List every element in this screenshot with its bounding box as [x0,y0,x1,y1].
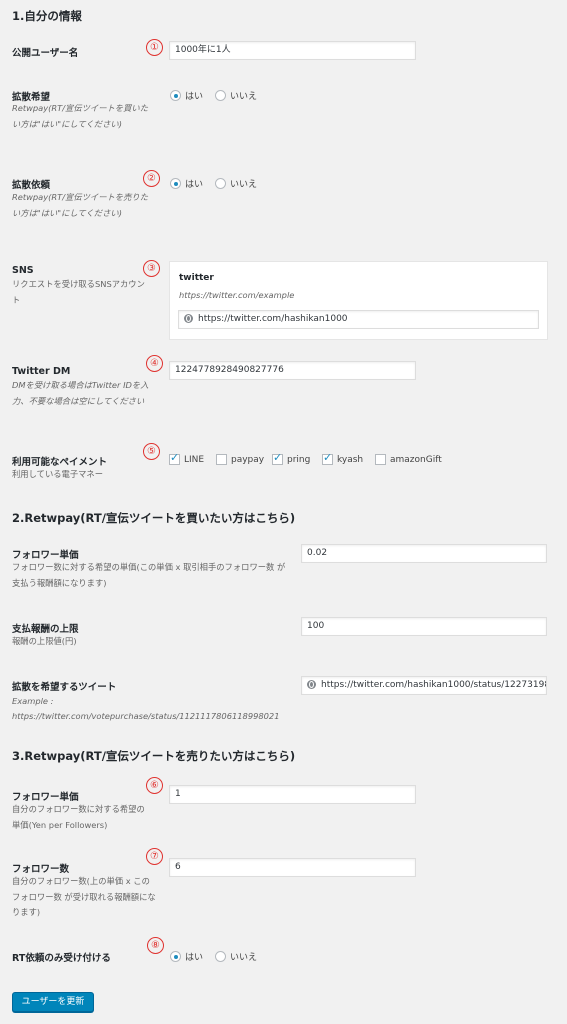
twitter-dm-label: Twitter DM [12,366,71,377]
sns-box-title: twitter [179,273,214,283]
annotation-badge-3: ③ [143,260,160,277]
radio-button[interactable] [170,178,181,189]
annotation-badge-8: ⑧ [147,937,164,954]
sns-label: SNS [12,265,34,276]
public-name-input[interactable]: 1000年に1人 [169,41,416,60]
radio-button[interactable] [215,90,226,101]
checkbox[interactable] [322,451,333,465]
radio-no-label: いいえ [230,92,258,102]
radio-yes-label: はい [185,180,204,190]
sns-description: リクエストを受け取るSNSアカウント [12,279,145,305]
annotation-badge-6: ⑥ [146,777,163,794]
spread-request-yes-option[interactable]: はい [170,177,203,190]
sell-unit-price-input[interactable]: 1 [169,785,416,804]
section-title-my-info: 1.自分の情報 [12,9,82,23]
twitter-dm-description: DMを受け取る場合はTwitter IDを入力、不要な場合は空にしてください [12,380,149,406]
update-user-button[interactable]: ユーザーを更新 [12,992,94,1012]
buy-unit-price-description: フォロワー数に対する希望の単価(この単価 x 取引相手のフォロワー数 が支払う報… [12,562,286,588]
checkbox[interactable] [272,451,283,465]
spread-request-label: 拡散依頼 [12,180,51,191]
sell-followers-input[interactable]: 6 [169,858,416,877]
payment-option-line[interactable]: LINE [169,451,205,465]
annotation-badge-1: ① [146,39,163,56]
globe-icon [184,314,193,323]
radio-yes-label: はい [185,953,204,963]
rt-only-label: RT依頼のみ受け付ける [12,953,111,964]
radio-button[interactable] [215,178,226,189]
twitter-dm-input[interactable]: 1224778928490827776 [169,361,416,380]
sns-box-example: https://twitter.com/example [179,290,295,300]
payment-name: kyash [337,454,364,465]
spread-want-yes-option[interactable]: はい [170,89,203,102]
sell-unit-price-description: 自分のフォロワー数に対する希望の単価(Yen per Followers) [12,804,145,830]
sns-url-input[interactable]: https://twitter.com/hashikan1000 [178,310,539,329]
spread-request-description: Retwpay(RT/宣伝ツイートを売りたい方は"はい"にしてください) [12,192,149,218]
buy-max-reward-label: 支払報酬の上限 [12,624,79,635]
rt-only-yes-option[interactable]: はい [170,950,203,963]
radio-yes-label: はい [185,92,204,102]
payment-name: amazonGift [390,454,442,465]
payment-option-amazongift[interactable]: amazonGift [375,454,442,465]
rt-only-no-option[interactable]: いいえ [215,950,257,963]
radio-button[interactable] [170,90,181,101]
sell-followers-label: フォロワー数 [12,864,70,875]
sns-account-box: twitter https://twitter.com/example http… [169,261,548,340]
radio-no-label: いいえ [230,953,258,963]
checkbox[interactable] [216,454,227,465]
radio-button[interactable] [215,951,226,962]
payments-label: 利用可能なペイメント [12,457,108,468]
radio-no-label: いいえ [230,180,258,190]
globe-icon [307,680,316,689]
annotation-badge-7: ⑦ [146,848,163,865]
public-name-label: 公開ユーザー名 [12,48,79,59]
buy-tweet-url-value: https://twitter.com/hashikan1000/status/… [321,680,547,690]
annotation-badge-4: ④ [146,355,163,372]
buy-tweet-example-url: https://twitter.com/votepurchase/status/… [12,711,280,721]
annotation-badge-2: ② [143,170,160,187]
annotation-badge-5: ⑤ [143,443,160,460]
payment-option-kyash[interactable]: kyash [322,451,364,465]
checkbox[interactable] [375,454,386,465]
buy-max-reward-description: 報酬の上限値(円) [12,636,77,646]
buy-tweet-label: 拡散を希望するツイート [12,682,117,693]
payment-option-paypay[interactable]: paypay [216,454,264,465]
buy-max-reward-input[interactable]: 100 [301,617,547,636]
buy-tweet-example-label: Example : [12,696,54,706]
buy-unit-price-input[interactable]: 0.02 [301,544,547,563]
sell-unit-price-label: フォロワー単価 [12,792,79,803]
spread-want-description: Retwpay(RT/宣伝ツイートを買いたい方は"はい"にしてください) [12,103,149,129]
buy-tweet-url-input[interactable]: https://twitter.com/hashikan1000/status/… [301,676,547,695]
checkbox[interactable] [169,451,180,465]
sns-url-value: https://twitter.com/hashikan1000 [198,314,348,324]
payments-description: 利用している電子マネー [12,469,104,479]
payment-name: LINE [184,454,205,465]
payment-name: paypay [231,454,265,465]
spread-want-no-option[interactable]: いいえ [215,89,257,102]
section-title-sell: 3.Retwpay(RT/宣伝ツイートを売りたい方はこちら) [12,749,296,763]
sell-followers-description: 自分のフォロワー数(上の単価 x このフォロワー数 が受け取れる報酬額になります… [12,876,156,917]
payment-option-pring[interactable]: pring [272,451,311,465]
section-title-buy: 2.Retwpay(RT/宣伝ツイートを買いたい方はこちら) [12,511,296,525]
buy-unit-price-label: フォロワー単価 [12,550,79,561]
spread-request-no-option[interactable]: いいえ [215,177,257,190]
radio-button[interactable] [170,951,181,962]
payment-name: pring [287,454,311,465]
